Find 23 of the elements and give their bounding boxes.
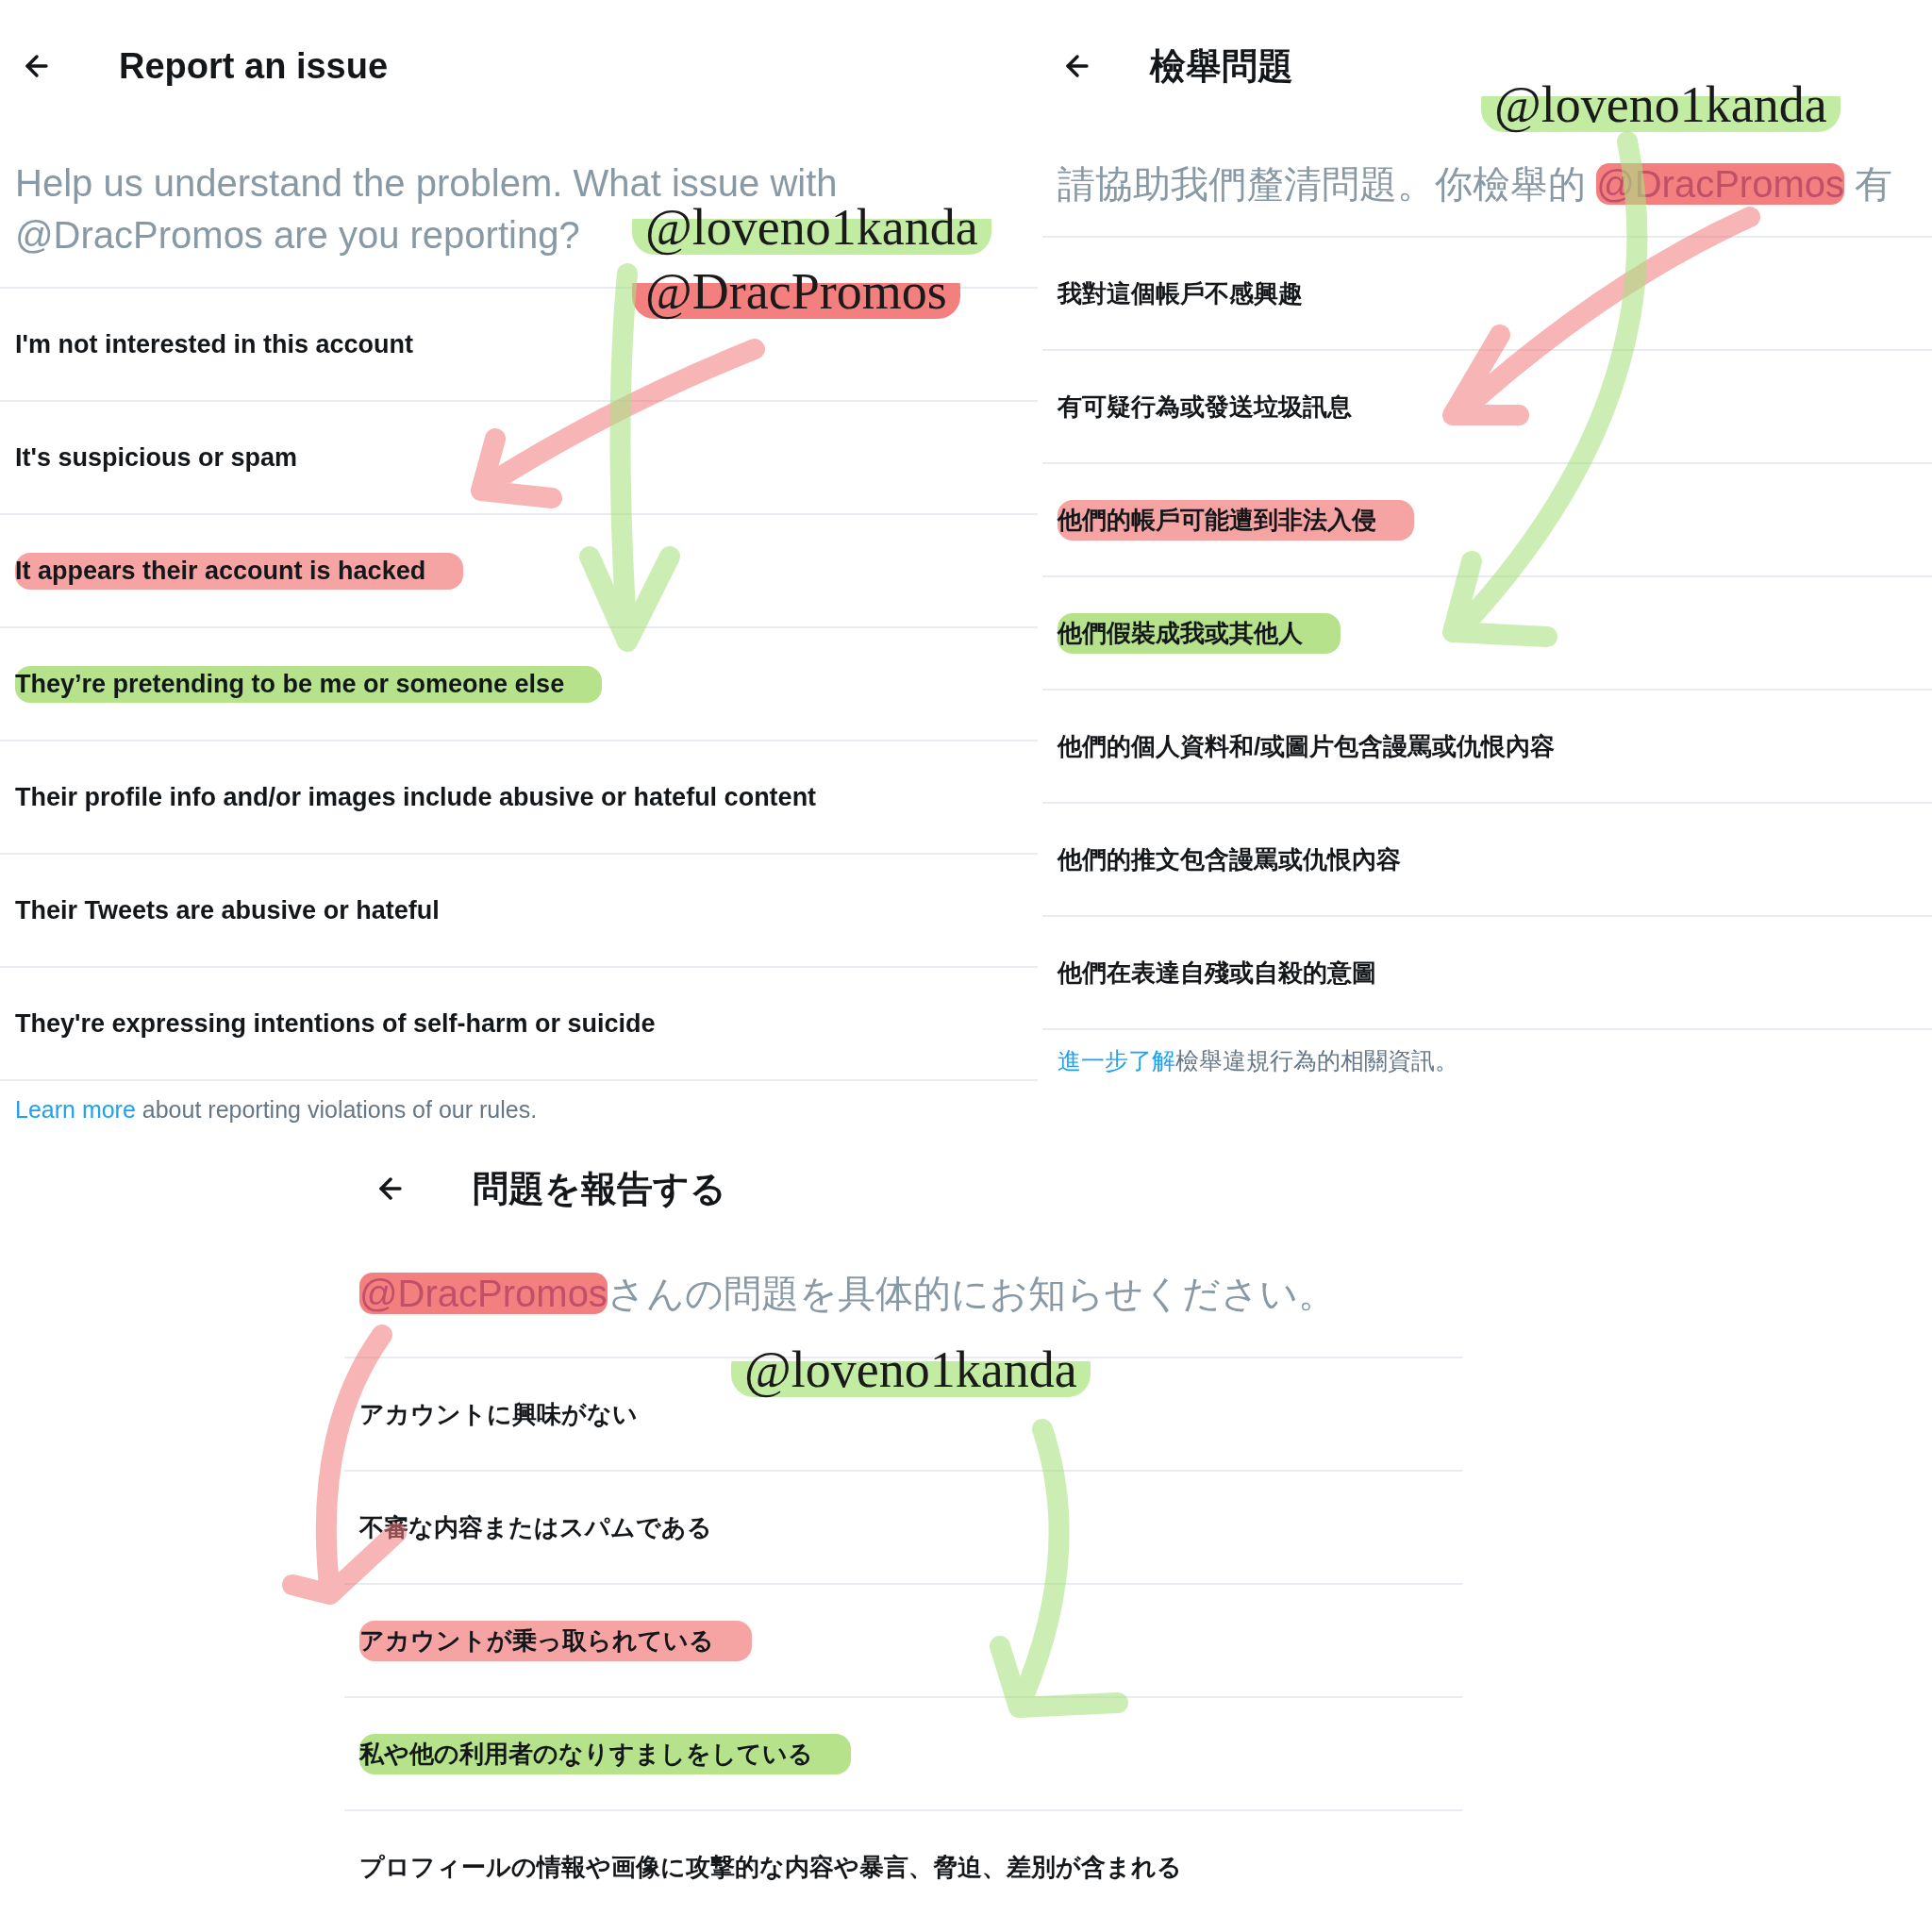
report-option[interactable]: They're expressing intentions of self-harm or suicide [0, 966, 1038, 1079]
report-option[interactable]: 有可疑行為或發送垃圾訊息 [1042, 349, 1932, 462]
report-option[interactable]: 私や他の利用者のなりすましをしている [344, 1696, 1462, 1809]
report-option[interactable]: 他們的帳戶可能遭到非法入侵 [1042, 462, 1932, 575]
report-option[interactable]: They’re pretending to be me or someone else [0, 626, 1038, 740]
report-option[interactable]: Their Tweets are abusive or hateful [0, 853, 1038, 966]
report-option[interactable]: Their profile info and/or images include abusive or hateful content [0, 740, 1038, 853]
report-option[interactable]: It appears their account is hacked [0, 513, 1038, 626]
page-title: 問題を報告する [473, 1167, 726, 1210]
report-option[interactable]: 他們的個人資料和/或圖片包含謾罵或仇恨內容 [1042, 689, 1932, 802]
report-option[interactable]: 不審な内容またはスパムである [344, 1470, 1462, 1583]
report-option[interactable]: アカウントが乗っ取られている [344, 1583, 1462, 1696]
report-option[interactable]: 他們假裝成我或其他人 [1042, 575, 1932, 689]
page-title: 檢舉問題 [1150, 44, 1293, 88]
footer-text: Learn more about reporting violations of our rules. [0, 1079, 1038, 1139]
page-title: Report an issue [119, 45, 389, 87]
report-option[interactable]: 他們的推文包含謾罵或仇恨內容 [1042, 802, 1932, 915]
report-option[interactable]: 他們在表達自殘或自殺的意圖 [1042, 915, 1932, 1028]
report-option[interactable]: It's suspicious or spam [0, 400, 1038, 513]
report-option[interactable]: プロフィールの情報や画像に攻撃的な内容や暴言、脅迫、差別が含まれる [344, 1809, 1462, 1923]
report-option[interactable]: 我對這個帳戶不感興趣 [1042, 236, 1932, 349]
footer-text: 進一步了解檢舉違規行為的相關資訊。 [1042, 1028, 1932, 1091]
prompt-text: @DracPromos are you reporting? [15, 213, 580, 258]
